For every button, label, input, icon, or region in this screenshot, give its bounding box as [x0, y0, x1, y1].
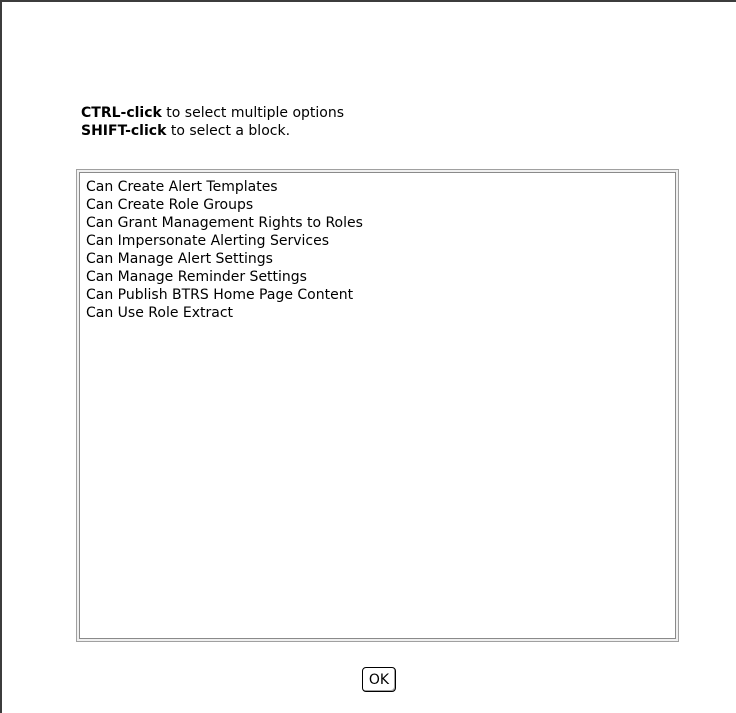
ctrl-click-key: CTRL-click [81, 105, 162, 121]
shift-click-text: to select a block. [166, 123, 291, 139]
ctrl-instruction: CTRL-click to select multiple options [81, 104, 344, 122]
permissions-listbox[interactable]: Can Create Alert Templates Can Create Ro… [76, 169, 679, 642]
list-option[interactable]: Can Grant Management Rights to Roles [86, 214, 675, 232]
ctrl-click-text: to select multiple options [161, 105, 345, 121]
list-option[interactable]: Can Create Role Groups [86, 196, 675, 214]
permissions-listbox-content[interactable]: Can Create Alert Templates Can Create Ro… [79, 172, 676, 639]
list-option[interactable]: Can Impersonate Alerting Services [86, 232, 675, 250]
shift-click-key: SHIFT-click [81, 123, 167, 139]
list-option[interactable]: Can Publish BTRS Home Page Content [86, 286, 675, 304]
selection-instructions: CTRL-click to select multiple options SH… [81, 104, 344, 140]
ok-button[interactable]: OK [362, 667, 396, 692]
list-option[interactable]: Can Create Alert Templates [86, 178, 675, 196]
list-option[interactable]: Can Use Role Extract [86, 304, 675, 322]
list-option[interactable]: Can Manage Reminder Settings [86, 268, 675, 286]
list-option[interactable]: Can Manage Alert Settings [86, 250, 675, 268]
shift-instruction: SHIFT-click to select a block. [81, 122, 344, 140]
